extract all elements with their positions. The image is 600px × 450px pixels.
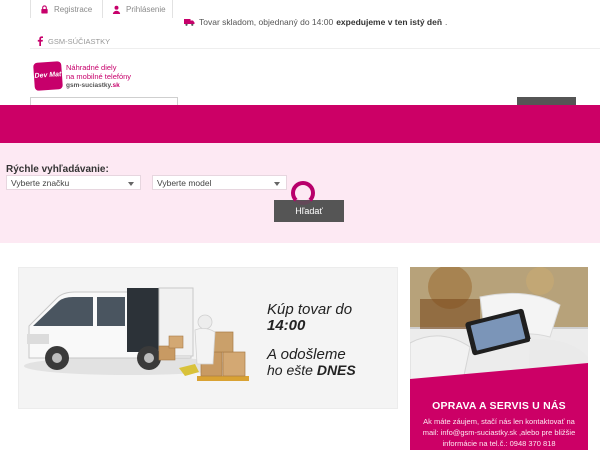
delivery-van-illustration: [24, 287, 249, 381]
facebook-link[interactable]: GSM-SÚČIASTKY: [36, 36, 110, 46]
logo-tagline-2: na mobilné telefóny: [66, 72, 132, 81]
top-utility-bar: Registrace Prihlásenie: [0, 0, 600, 18]
brand-select-value: Vyberte značku: [11, 177, 70, 188]
login-link[interactable]: Prihlásenie: [112, 0, 166, 18]
shipping-highlight: expedujeme v ten istý deň: [336, 17, 443, 27]
repair-service-banner[interactable]: OPRAVA A SERVIS U NÁS Ak máte záujem, st…: [410, 267, 588, 450]
logo-domain: gsm-suciastky.sk: [66, 81, 131, 90]
chevron-down-icon: [274, 182, 280, 186]
logo-text: Náhradné diely na mobilné telefóny gsm-s…: [66, 63, 131, 90]
user-icon: [112, 5, 121, 14]
repair-description: Ak máte záujem, stačí nás len kontaktova…: [422, 417, 576, 448]
promo-line-2: 14:00: [267, 317, 306, 334]
facebook-icon: [37, 36, 43, 46]
quick-search-panel: Rýchle vyhľadávanie: Vyberte značku Vybe…: [0, 143, 600, 243]
shipping-notice: Tovar skladom, objednaný do 14:00 expedu…: [184, 17, 447, 27]
promo-line-1: Kúp tovar do: [267, 301, 353, 318]
logo-domain-main: gsm-suciastky: [66, 82, 111, 89]
facebook-label: GSM-SÚČIASTKY: [48, 36, 111, 46]
loading-spinner-icon: [291, 181, 315, 205]
divider: [30, 48, 600, 49]
same-day-shipping-banner[interactable]: Kúp tovar do 14:00 A odošleme ho ešte DN…: [18, 267, 398, 409]
promo-line-4: ho ešte DNES: [267, 362, 356, 378]
register-label: Registrace: [54, 4, 93, 14]
main-nav-bar: [0, 105, 600, 143]
lock-icon: [41, 4, 48, 14]
chevron-down-icon: [128, 182, 134, 186]
logo-tagline-1: Náhradné diely: [66, 63, 117, 72]
shipping-text: Tovar skladom, objednaný do 14:00: [199, 17, 334, 27]
repair-title: OPRAVA A SERVIS U NÁS: [432, 400, 566, 412]
promo-line-4-bold: DNES: [316, 362, 356, 378]
divider: [172, 0, 173, 18]
register-link[interactable]: Registrace: [40, 0, 92, 18]
page: Registrace Prihlásenie Tovar skladom, ob…: [0, 0, 600, 450]
login-label: Prihlásenie: [126, 4, 166, 14]
logo-domain-tld: .sk: [110, 82, 120, 89]
model-select[interactable]: Vyberte model: [152, 175, 287, 190]
brand-select[interactable]: Vyberte značku: [6, 175, 141, 190]
logo-mark: Dev Mat: [33, 61, 63, 91]
quick-search-title: Rýchle vyhľadávanie:: [6, 164, 109, 175]
promo-line-4-prefix: ho ešte: [267, 362, 313, 378]
shipping-end: .: [445, 17, 448, 27]
divider: [30, 0, 31, 18]
divider: [102, 0, 103, 18]
site-logo[interactable]: Dev Mat Náhradné diely na mobilné telefó…: [33, 61, 131, 91]
promo-line-3: A odošleme: [267, 346, 346, 363]
site-search-input[interactable]: [30, 97, 178, 105]
model-select-value: Vyberte model: [157, 177, 212, 188]
truck-icon: [184, 19, 195, 26]
